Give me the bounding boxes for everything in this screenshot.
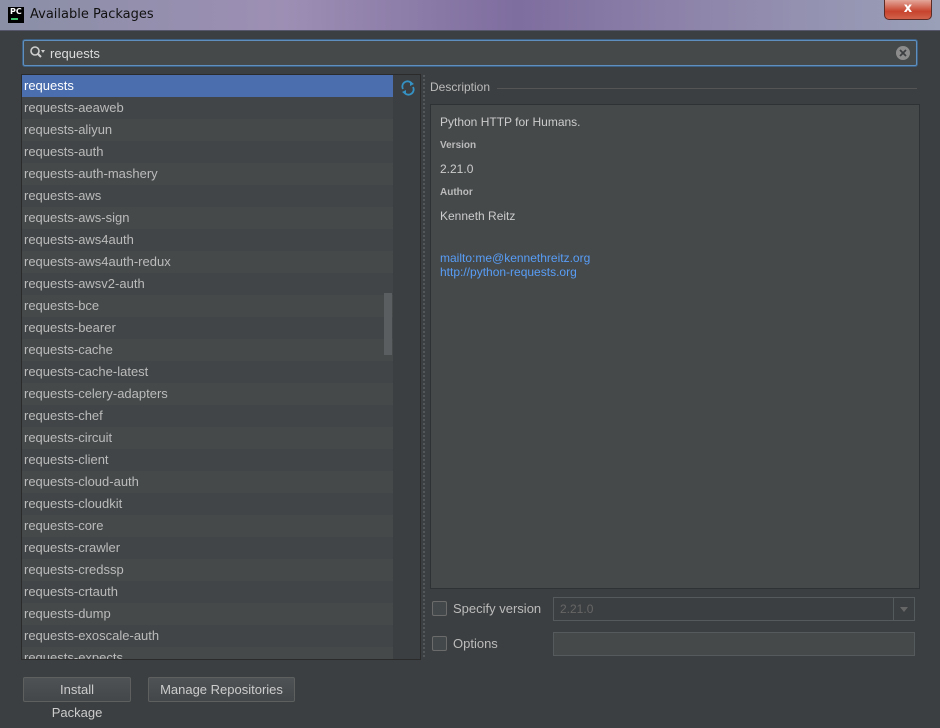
- package-list[interactable]: requests requests-aeaweb requests-aliyun re…: [22, 75, 393, 659]
- package-list-item[interactable]: requests-bce: [22, 295, 393, 317]
- package-list-item[interactable]: requests-crtauth: [22, 581, 393, 603]
- description-panel: Python HTTP for Humans. Version 2.21.0 A…: [430, 104, 920, 589]
- options-label: Options: [453, 636, 498, 651]
- package-list-item[interactable]: requests-aws-sign: [22, 207, 393, 229]
- description-divider: [497, 88, 917, 89]
- options-input[interactable]: [553, 632, 915, 656]
- package-list-item[interactable]: requests-aws: [22, 185, 393, 207]
- window-title: Available Packages: [30, 7, 154, 22]
- package-list-item[interactable]: requests-circuit: [22, 427, 393, 449]
- manage-repositories-button[interactable]: Manage Repositories: [148, 677, 295, 702]
- version-select-value: 2.21.0: [560, 602, 594, 616]
- version-select-arrow[interactable]: [893, 598, 914, 620]
- close-button[interactable]: x: [884, 0, 932, 20]
- scrollbar-track[interactable]: [393, 75, 420, 659]
- refresh-icon[interactable]: [400, 80, 416, 96]
- package-list-panel: requests requests-aeaweb requests-aliyun re…: [21, 74, 421, 660]
- package-list-item[interactable]: requests-aws4auth: [22, 229, 393, 251]
- package-list-item[interactable]: requests-auth-mashery: [22, 163, 393, 185]
- specify-version-checkbox[interactable]: [432, 601, 447, 616]
- package-list-item[interactable]: requests-auth: [22, 141, 393, 163]
- package-list-item[interactable]: requests-aws4auth-redux: [22, 251, 393, 273]
- search-icon[interactable]: [29, 45, 45, 61]
- package-list-item[interactable]: requests-cloud-auth: [22, 471, 393, 493]
- author-label: Author: [440, 187, 473, 198]
- search-input[interactable]: [50, 43, 890, 63]
- version-label: Version: [440, 140, 477, 151]
- specify-version-label: Specify version: [453, 601, 542, 616]
- package-list-item[interactable]: requests-chef: [22, 405, 393, 427]
- version-value: 2.21.0: [440, 162, 474, 176]
- package-list-item[interactable]: requests-dump: [22, 603, 393, 625]
- options-checkbox[interactable]: [432, 636, 447, 651]
- package-list-item[interactable]: requests-bearer: [22, 317, 393, 339]
- package-list-item[interactable]: requests-expects: [22, 647, 393, 659]
- install-package-button[interactable]: Install Package: [23, 677, 131, 720]
- package-list-item[interactable]: requests-credssp: [22, 559, 393, 581]
- version-select[interactable]: 2.21.0: [553, 597, 915, 621]
- title-bar: PC Available Packages x: [0, 0, 940, 31]
- clear-icon[interactable]: [895, 45, 911, 61]
- package-summary: Python HTTP for Humans.: [440, 115, 581, 129]
- package-list-item[interactable]: requests-aliyun: [22, 119, 393, 141]
- description-heading: Description: [430, 80, 491, 94]
- chevron-down-icon: [900, 607, 908, 612]
- package-list-item[interactable]: requests-celery-adapters: [22, 383, 393, 405]
- panel-splitter[interactable]: [422, 74, 427, 658]
- pycharm-app-icon: PC: [8, 7, 24, 23]
- email-link[interactable]: mailto:me@kennethreitz.org: [440, 251, 590, 265]
- package-list-item[interactable]: requests-cache-latest: [22, 361, 393, 383]
- author-value: Kenneth Reitz: [440, 209, 516, 223]
- package-list-item[interactable]: requests-client: [22, 449, 393, 471]
- package-list-item[interactable]: requests: [22, 75, 393, 97]
- scrollbar-thumb[interactable]: [384, 293, 392, 355]
- package-list-item[interactable]: requests-aeaweb: [22, 97, 393, 119]
- package-list-item[interactable]: requests-cache: [22, 339, 393, 361]
- package-list-item[interactable]: requests-exoscale-auth: [22, 625, 393, 647]
- package-list-item[interactable]: requests-awsv2-auth: [22, 273, 393, 295]
- package-list-item[interactable]: requests-cloudkit: [22, 493, 393, 515]
- package-list-item[interactable]: requests-crawler: [22, 537, 393, 559]
- search-field[interactable]: [23, 40, 917, 66]
- homepage-link[interactable]: http://python-requests.org: [440, 265, 577, 279]
- package-list-item[interactable]: requests-core: [22, 515, 393, 537]
